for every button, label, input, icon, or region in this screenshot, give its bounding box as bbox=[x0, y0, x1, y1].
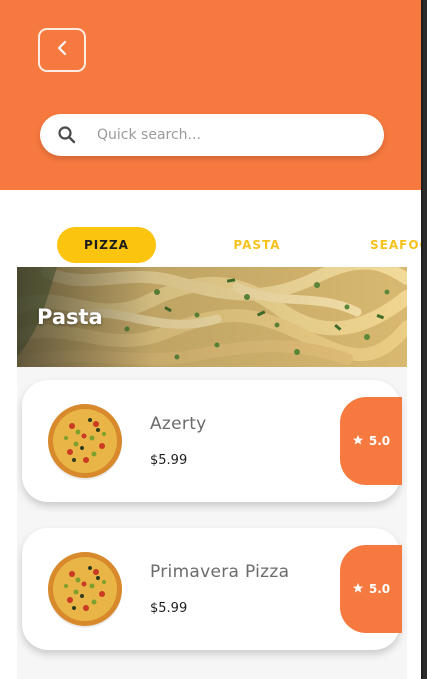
list-item[interactable]: Primavera Pizza $5.99 5.0 bbox=[22, 528, 402, 650]
rating-badge: 5.0 bbox=[340, 545, 402, 633]
search-input[interactable] bbox=[95, 126, 349, 144]
header bbox=[0, 0, 421, 190]
star-icon bbox=[352, 434, 364, 449]
back-button[interactable] bbox=[38, 28, 86, 72]
star-icon bbox=[352, 582, 364, 597]
search-bar[interactable] bbox=[40, 114, 384, 156]
tab-pizza[interactable]: PIZZA bbox=[57, 227, 156, 263]
banner-title: Pasta bbox=[37, 305, 103, 329]
item-price: $5.99 bbox=[150, 453, 188, 468]
item-name: Azerty bbox=[150, 414, 207, 434]
category-tabs: PIZZA PASTA SEAFOOD bbox=[0, 227, 421, 263]
item-price: $5.99 bbox=[150, 601, 188, 616]
rating-value: 5.0 bbox=[368, 434, 391, 448]
chevron-left-icon bbox=[55, 39, 69, 61]
app-screen: PIZZA PASTA SEAFOOD bbox=[0, 0, 423, 679]
category-banner: Pasta bbox=[17, 267, 407, 367]
pizza-image bbox=[46, 550, 124, 628]
item-name: Primavera Pizza bbox=[150, 562, 290, 582]
rating-value: 5.0 bbox=[368, 582, 391, 596]
search-icon bbox=[57, 125, 77, 145]
tab-seafood[interactable]: SEAFOOD bbox=[358, 227, 421, 263]
list-item[interactable]: Azerty $5.99 5.0 bbox=[22, 380, 402, 502]
rating-badge: 5.0 bbox=[340, 397, 402, 485]
pizza-image bbox=[46, 402, 124, 480]
tab-pasta[interactable]: PASTA bbox=[218, 227, 296, 263]
